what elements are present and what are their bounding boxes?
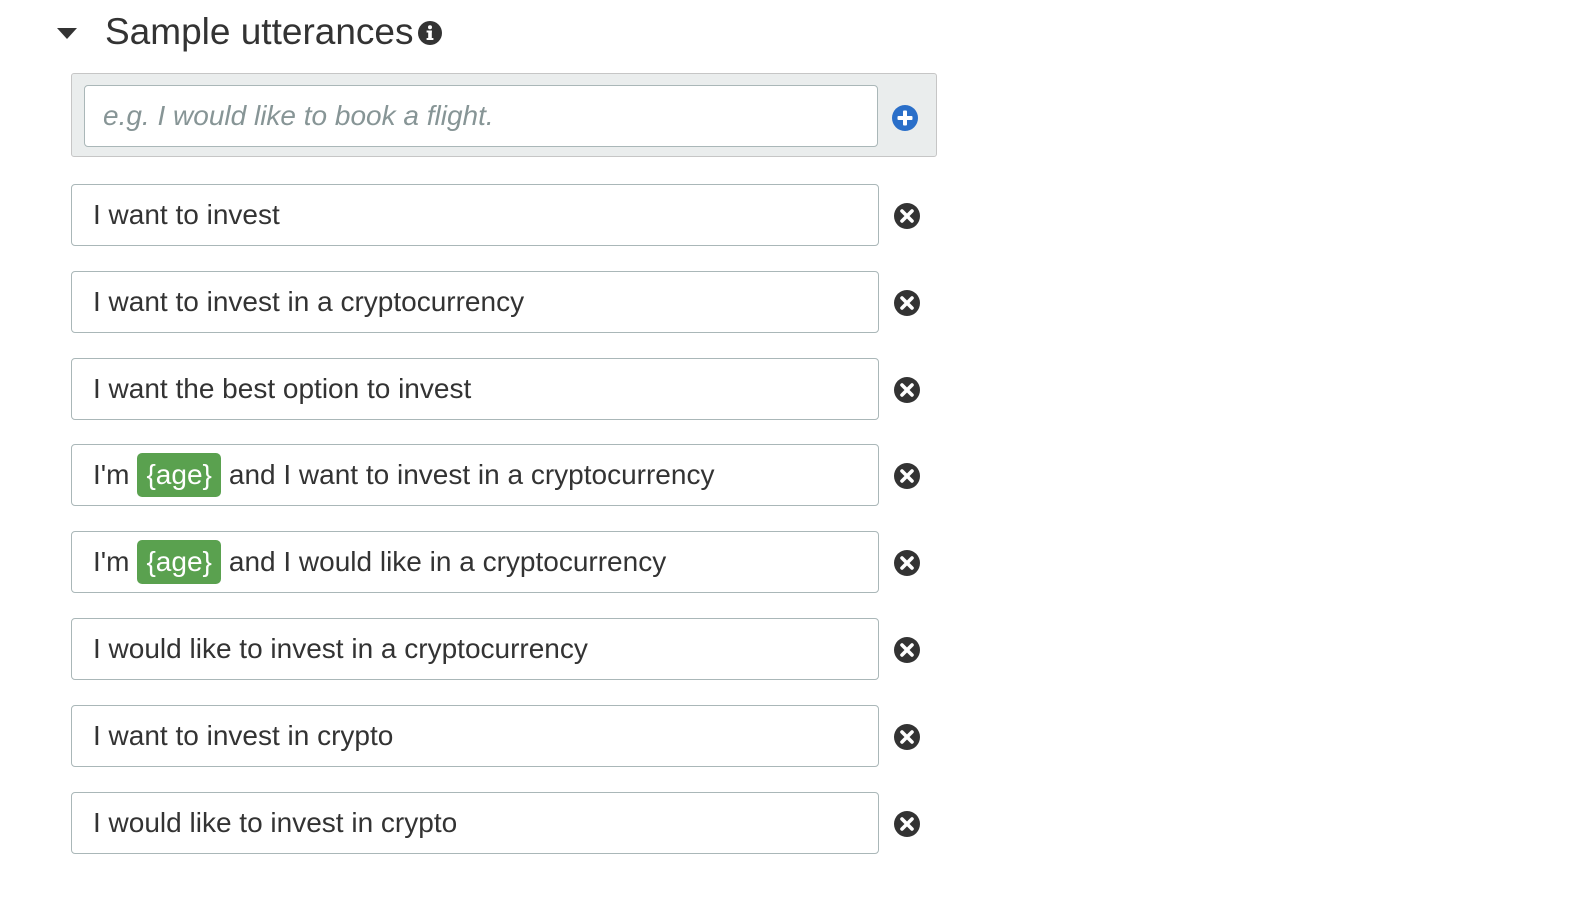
utterance-row: I want to invest in crypto — [71, 705, 941, 769]
utterance-row: I want to invest in a cryptocurrency — [71, 271, 941, 335]
info-icon[interactable] — [417, 20, 443, 46]
sample-utterances-header: Sample utterances — [0, 0, 600, 66]
utterance-field[interactable]: I want to invest — [71, 184, 879, 246]
utterance-row: I would like to invest in crypto — [71, 792, 941, 856]
utterance-text: I want the best option to invest — [93, 373, 472, 404]
remove-utterance-button[interactable] — [893, 549, 921, 577]
remove-utterance-button[interactable] — [893, 376, 921, 404]
remove-utterance-button[interactable] — [893, 462, 921, 490]
utterance-text: I'm — [93, 546, 130, 577]
utterance-text: I want to invest in crypto — [93, 720, 394, 751]
utterance-row: I'm {age} and I would like in a cryptocurr… — [71, 531, 941, 595]
utterance-row: I want the best option to invest — [71, 358, 941, 422]
utterance-row: I want to invest — [71, 184, 941, 248]
utterance-field[interactable]: I want to invest in a cryptocurrency — [71, 271, 879, 333]
utterance-field[interactable]: I would like to invest in a cryptocurren… — [71, 618, 879, 680]
utterance-text: I would like to invest in a cryptocurren… — [93, 633, 588, 664]
utterance-row: I would like to invest in a cryptocurren… — [71, 618, 941, 682]
utterance-text: I want to invest — [93, 199, 280, 230]
remove-utterance-button[interactable] — [893, 636, 921, 664]
caret-down-icon[interactable] — [57, 28, 77, 39]
add-utterance-panel — [71, 73, 937, 157]
utterance-text: and I want to invest in a cryptocurrency — [228, 459, 715, 490]
utterance-field[interactable]: I want to invest in crypto — [71, 705, 879, 767]
remove-utterance-button[interactable] — [893, 810, 921, 838]
utterance-field[interactable]: I want the best option to invest — [71, 358, 879, 420]
slot-chip[interactable]: {age} — [137, 540, 221, 584]
utterance-field[interactable]: I would like to invest in crypto — [71, 792, 879, 854]
utterance-text: and I would like in a cryptocurrency — [228, 546, 667, 577]
remove-utterance-button[interactable] — [893, 202, 921, 230]
add-utterance-button[interactable] — [891, 104, 919, 132]
slot-chip[interactable]: {age} — [137, 453, 221, 497]
utterance-field[interactable]: I'm {age} and I would like in a cryptocurr… — [71, 531, 879, 593]
new-utterance-input[interactable] — [84, 85, 878, 147]
utterance-row: I'm {age} and I want to invest in a crypto… — [71, 444, 941, 508]
utterance-text: I want to invest in a cryptocurrency — [93, 286, 525, 317]
remove-utterance-button[interactable] — [893, 289, 921, 317]
remove-utterance-button[interactable] — [893, 723, 921, 751]
utterance-field[interactable]: I'm {age} and I want to invest in a crypto… — [71, 444, 879, 506]
utterance-text: I'm — [93, 459, 130, 490]
utterance-text: I would like to invest in crypto — [93, 807, 458, 838]
section-title: Sample utterances — [105, 11, 414, 52]
